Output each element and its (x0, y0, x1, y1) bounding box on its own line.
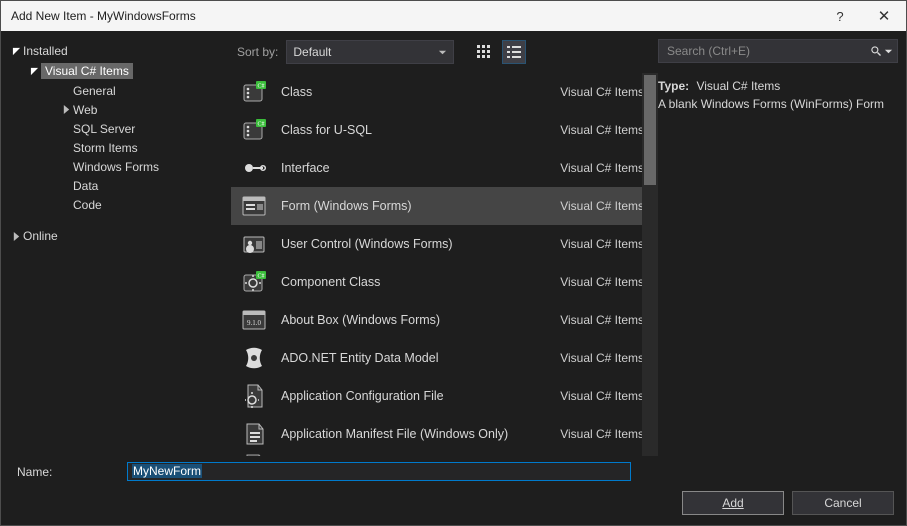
component-icon (241, 269, 267, 295)
template-language: Visual C# Items (560, 237, 644, 251)
config-icon (241, 383, 267, 409)
template-item[interactable]: About Box (Windows Forms) Visual C# Items (231, 301, 658, 339)
tree-label: Visual C# Items (41, 63, 133, 79)
scrollbar-thumb[interactable] (644, 75, 656, 185)
ado-icon (241, 345, 267, 371)
template-name: About Box (Windows Forms) (281, 313, 546, 327)
template-name: Interface (281, 161, 546, 175)
name-input[interactable]: MyNewForm (127, 462, 631, 481)
template-language: Visual C# Items (560, 275, 644, 289)
close-button[interactable]: ✕ (862, 1, 906, 31)
window-title: Add New Item - MyWindowsForms (11, 9, 818, 23)
tree-leaf-storm-items[interactable]: Storm Items (43, 138, 227, 157)
name-input-value: MyNewForm (132, 464, 202, 478)
template-language: Visual C# Items (560, 351, 644, 365)
titlebar: Add New Item - MyWindowsForms ? ✕ (1, 1, 906, 31)
template-name: Class (281, 85, 546, 99)
template-item[interactable]: Component Class Visual C# Items (231, 263, 658, 301)
type-value: Visual C# Items (696, 79, 780, 93)
tree-label: Online (23, 229, 58, 243)
template-list: Class Visual C# Items Class for U-SQL Visua… (231, 73, 658, 456)
expand-icon (9, 47, 23, 56)
tree-label: Installed (23, 44, 68, 58)
manifest-icon (241, 421, 267, 447)
template-item[interactable]: Application Configuration File Visual C# … (231, 377, 658, 415)
sort-by-value: Default (293, 45, 331, 59)
view-small-list-button[interactable] (502, 40, 526, 64)
sort-by-label: Sort by: (237, 45, 278, 59)
expand-icon (27, 67, 41, 76)
template-name: Application Configuration File (281, 389, 546, 403)
template-name: ADO.NET Entity Data Model (281, 351, 546, 365)
template-language: Visual C# Items (560, 427, 644, 441)
template-language: Visual C# Items (560, 123, 644, 137)
name-row: Name: MyNewForm (17, 462, 894, 481)
template-name: Application Manifest File (Windows Only) (281, 427, 546, 441)
category-tree: Installed Visual C# Items GeneralWebSQL … (1, 31, 231, 456)
tree-node-online[interactable]: Online (7, 226, 227, 246)
template-name: Class for U-SQL (281, 123, 546, 137)
tree-leaf-data[interactable]: Data (43, 176, 227, 195)
sort-by-dropdown[interactable]: Default (286, 40, 454, 64)
type-label: Type: (658, 79, 689, 93)
search-placeholder: Search (Ctrl+E) (667, 44, 750, 58)
chevron-down-icon[interactable] (884, 47, 893, 56)
template-language: Visual C# Items (560, 389, 644, 403)
template-item[interactable]: Application Manifest File (Windows Only)… (231, 415, 658, 453)
template-language: Visual C# Items (560, 85, 644, 99)
template-item[interactable]: Class Visual C# Items (231, 73, 658, 111)
chevron-down-icon (438, 48, 447, 57)
add-button[interactable]: Add (682, 491, 784, 515)
template-info: Type: Visual C# Items A blank Windows Fo… (658, 67, 906, 113)
template-language: Visual C# Items (560, 313, 644, 327)
bottom-panel: Name: MyNewForm Add Cancel (1, 456, 906, 525)
tree-node-installed[interactable]: Installed (7, 41, 227, 61)
tree-leaf-web[interactable]: Web (43, 100, 227, 119)
tree-leaf-windows-forms[interactable]: Windows Forms (43, 157, 227, 176)
center-toolbar: Sort by: Default (231, 31, 658, 67)
class-icon (241, 117, 267, 143)
template-description: A blank Windows Forms (WinForms) Form (658, 95, 896, 113)
form-icon (241, 193, 267, 219)
class-icon (241, 79, 267, 105)
search-icon (870, 45, 882, 57)
details-panel: Search (Ctrl+E) Type: Visual C# Items A … (658, 31, 906, 456)
template-language: Visual C# Items (560, 161, 644, 175)
interface-icon (241, 155, 267, 181)
tree-leaf-general[interactable]: General (43, 81, 227, 100)
help-button[interactable]: ? (818, 1, 862, 31)
tree-leaf-sql-server[interactable]: SQL Server (43, 119, 227, 138)
name-label: Name: (17, 465, 121, 479)
about-icon (241, 307, 267, 333)
add-new-item-dialog: { "title": "Add New Item - MyWindowsForm… (0, 0, 907, 526)
dialog-buttons: Add Cancel (17, 491, 894, 515)
template-name: Form (Windows Forms) (281, 199, 546, 213)
template-item[interactable]: Form (Windows Forms) Visual C# Items (231, 187, 658, 225)
template-item[interactable]: User Control (Windows Forms) Visual C# It… (231, 225, 658, 263)
template-name: User Control (Windows Forms) (281, 237, 546, 251)
template-name: Component Class (281, 275, 546, 289)
usercontrol-icon (241, 231, 267, 257)
vertical-scrollbar[interactable] (642, 73, 658, 456)
template-item[interactable] (231, 453, 658, 456)
cancel-button[interactable]: Cancel (792, 491, 894, 515)
template-item[interactable]: Interface Visual C# Items (231, 149, 658, 187)
tree-leaf-code[interactable]: Code (43, 195, 227, 214)
template-item[interactable]: ADO.NET Entity Data Model Visual C# Items (231, 339, 658, 377)
search-input[interactable]: Search (Ctrl+E) (658, 39, 898, 63)
main-area: Installed Visual C# Items GeneralWebSQL … (1, 31, 906, 456)
collapse-icon (9, 232, 23, 241)
template-language: Visual C# Items (560, 199, 644, 213)
tree-node-csharp-items[interactable]: Visual C# Items (25, 61, 227, 81)
view-medium-icons-button[interactable] (472, 40, 496, 64)
center-panel: Sort by: Default ClassVisual C# ItemsCla… (231, 31, 658, 456)
template-item[interactable]: Class for U-SQL Visual C# Items (231, 111, 658, 149)
